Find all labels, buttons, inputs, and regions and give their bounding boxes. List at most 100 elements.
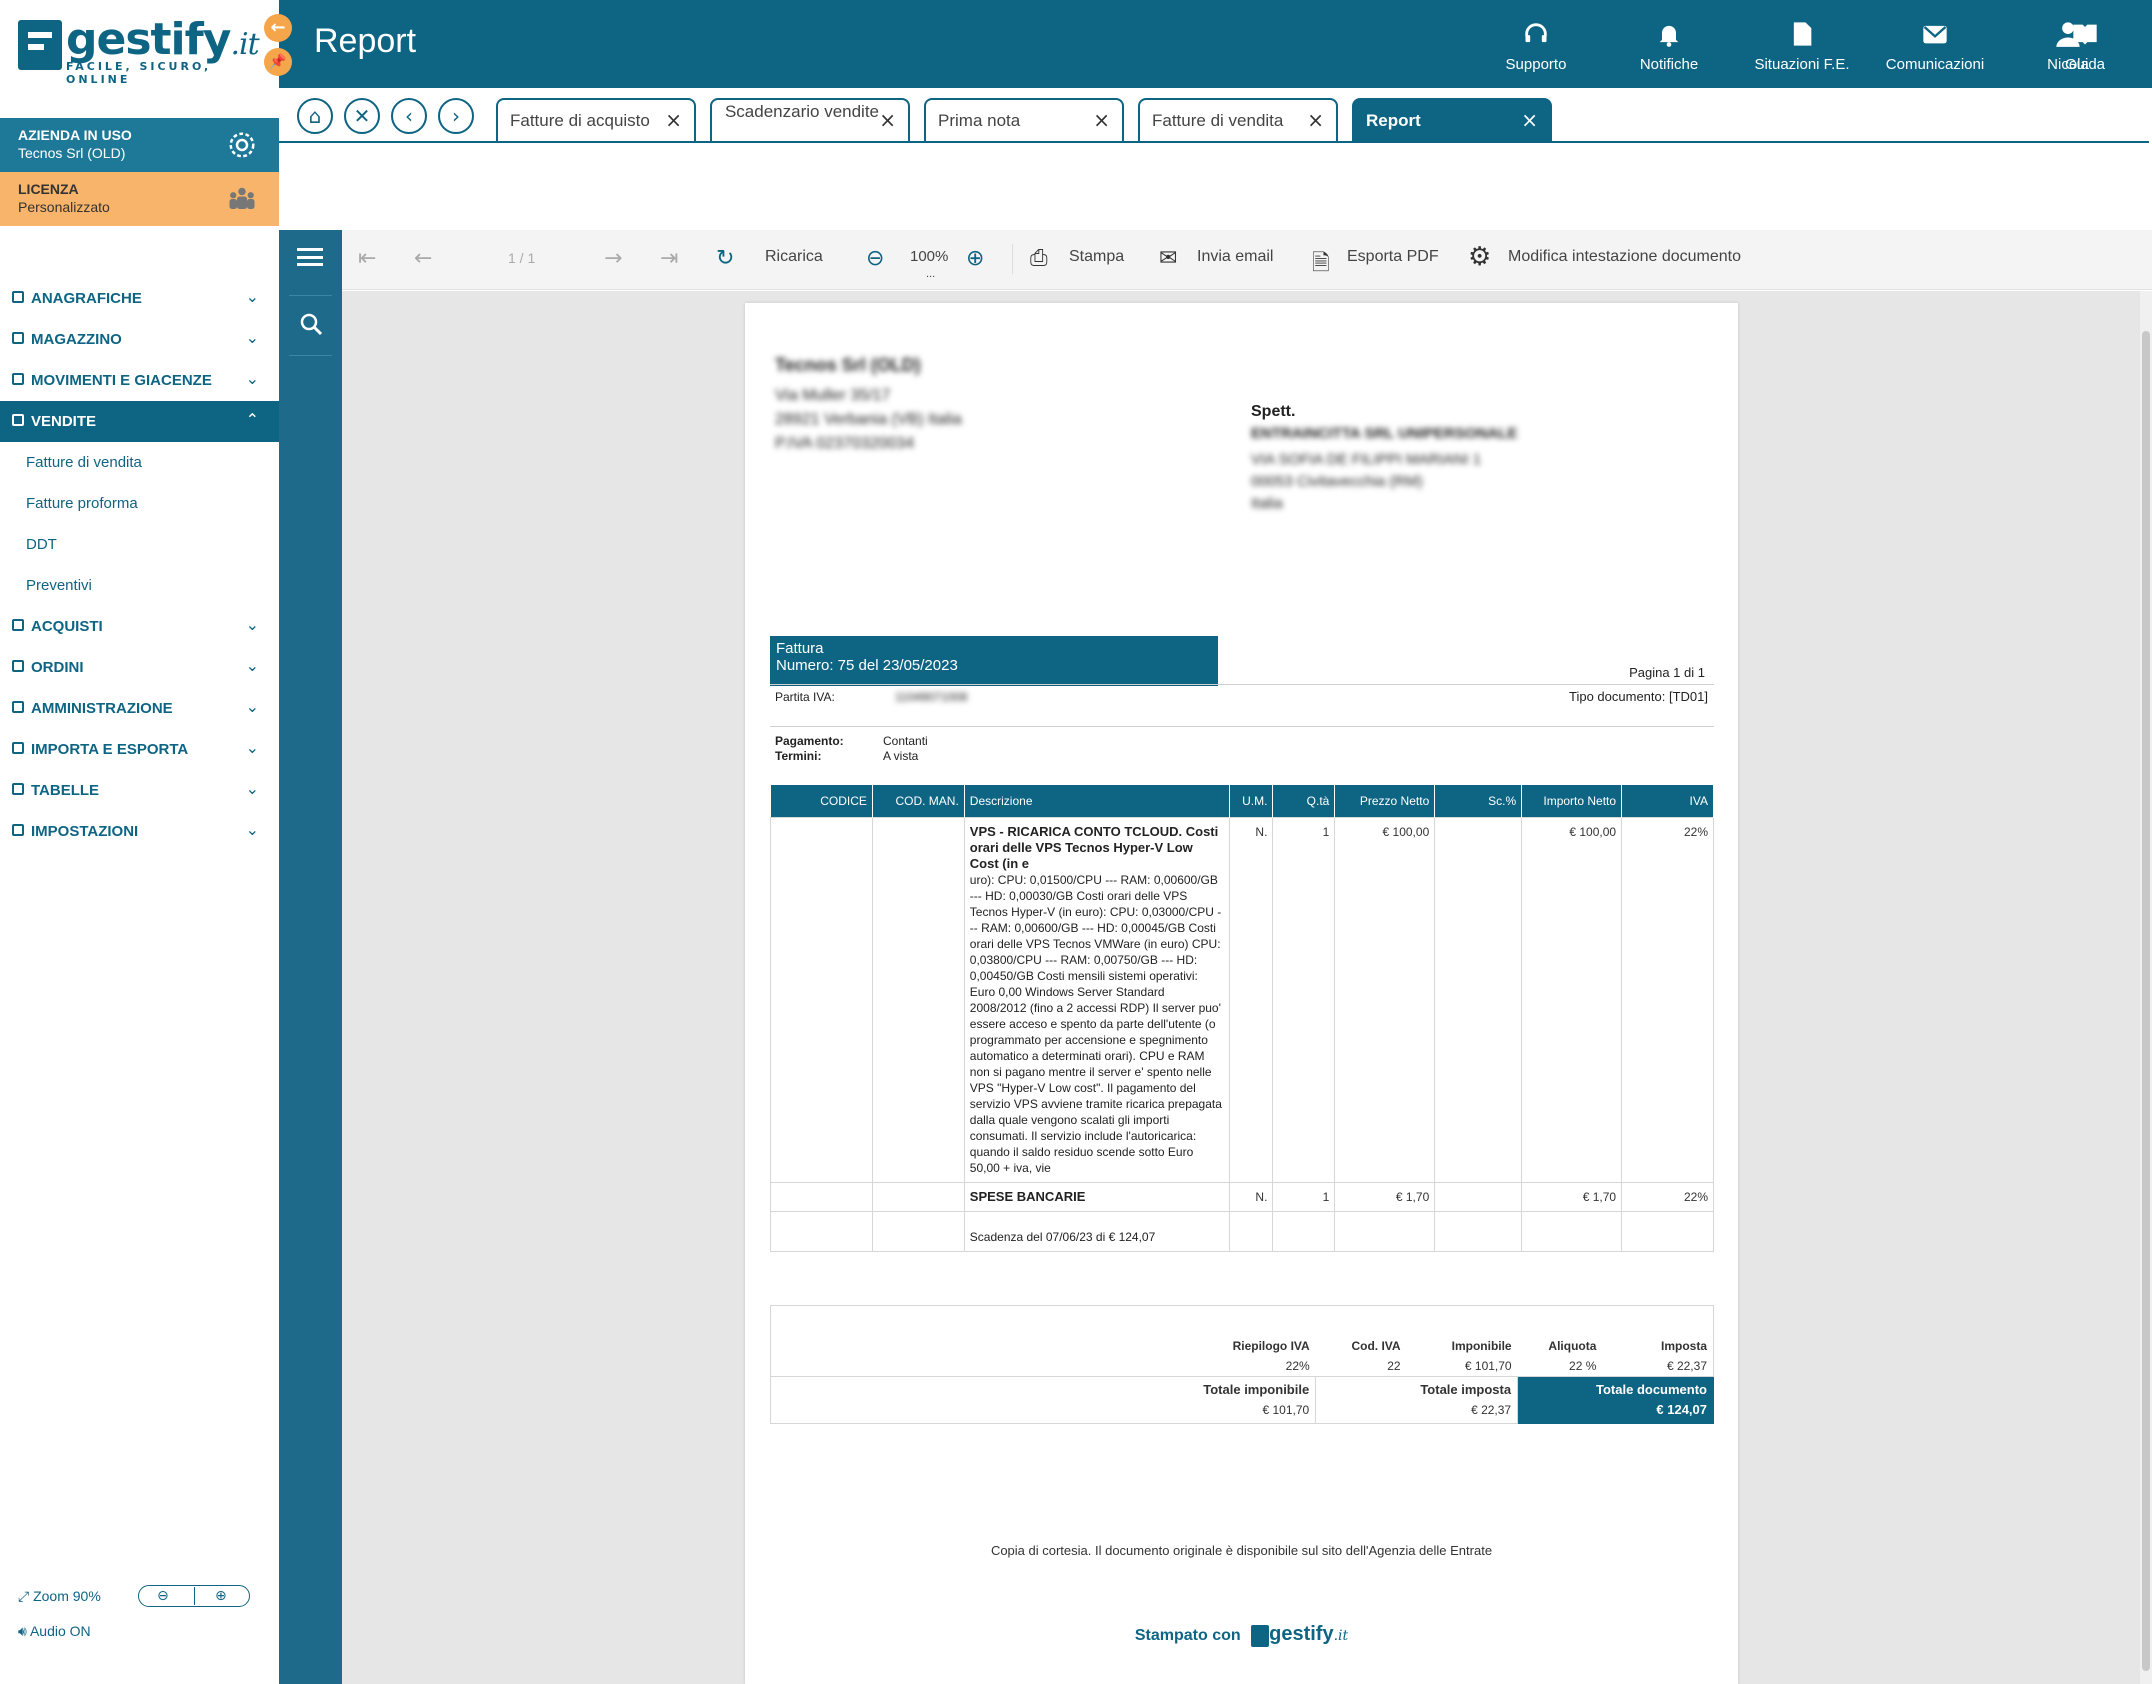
pdf-export-icon[interactable]: 🗎 [1312, 246, 1330, 284]
tab-fatture-vendita[interactable]: Fatture di vendita × [1138, 98, 1338, 142]
zoom-level[interactable]: 100% [910, 248, 948, 265]
menu-importa-esporta[interactable]: IMPORTA E ESPORTA ⌄ [0, 729, 279, 770]
box-icon [12, 332, 24, 344]
close-tab-icon[interactable]: × [1521, 108, 1538, 132]
hamburger-icon[interactable] [297, 248, 323, 266]
sales-icon [12, 414, 24, 426]
zoom-dropdown[interactable]: ... [926, 268, 935, 280]
vat-label: Partita IVA: [775, 690, 835, 704]
close-tab-icon[interactable]: × [879, 108, 896, 132]
close-tab-icon[interactable]: × [1307, 108, 1324, 132]
collapse-sidebar-button[interactable]: ← [264, 14, 292, 42]
zoom-out-icon[interactable]: ⊖ [866, 246, 884, 271]
search-icon[interactable] [299, 312, 323, 336]
book-icon [2073, 24, 2097, 45]
gear-icon[interactable]: ⚙ [1468, 242, 1491, 272]
tab-scadenzario-vendite[interactable]: Scadenzario vendite × [710, 98, 910, 142]
vertical-scrollbar[interactable] [2140, 291, 2152, 1684]
orders-icon [12, 660, 24, 672]
company-box[interactable]: AZIENDA IN USO Tecnos Srl (OLD) [0, 118, 279, 172]
close-tab-icon[interactable]: × [1093, 108, 1110, 132]
chevron-down-icon: ⌄ [245, 287, 259, 306]
reload-button[interactable]: Ricarica [765, 248, 823, 266]
tab-prima-nota[interactable]: Prima nota × [924, 98, 1124, 142]
menu-amministrazione[interactable]: AMMINISTRAZIONE ⌄ [0, 688, 279, 729]
audio-label: Audio ON [29, 1623, 91, 1639]
submenu-fatture-proforma[interactable]: Fatture proforma [0, 483, 279, 524]
next-tab-button[interactable]: › [438, 98, 474, 134]
zoom-out-icon[interactable]: ⊖ [157, 1586, 169, 1606]
item-text: uro): CPU: 0,01500/CPU --- RAM: 0,00600/… [969, 872, 1222, 1175]
menu-acquisti[interactable]: ACQUISTI ⌄ [0, 606, 279, 647]
prev-tab-button[interactable]: ‹ [391, 98, 427, 134]
riepilogo-header: Riepilogo IVA [1232, 1338, 1310, 1353]
gear-icon[interactable] [227, 130, 257, 160]
cell-sconto [1434, 816, 1523, 1183]
cell-prezzo: € 100,00 [1334, 816, 1436, 1183]
logo-suffix: .it [230, 27, 259, 62]
logo[interactable]: gestify.it FACILE, SICURO, ONLINE [0, 0, 279, 88]
first-page-icon[interactable]: ⇤ [358, 246, 376, 271]
submenu-label: Fatture di vendita [26, 454, 142, 471]
cell-um: N. [1229, 1181, 1274, 1212]
payment-value: Contanti [883, 734, 928, 748]
nav-situazioni-fe[interactable]: Situazioni F.E. [1735, 0, 1869, 88]
cell-qta: 1 [1272, 1181, 1336, 1212]
nav-guida-label: Guida [2064, 56, 2106, 73]
email-doc-icon[interactable]: ✉ [1159, 246, 1177, 271]
submenu-fatture-vendita[interactable]: Fatture di vendita [0, 442, 279, 483]
edit-header-button[interactable]: Modifica intestazione documento [1508, 248, 1741, 266]
menu-ordini[interactable]: ORDINI ⌄ [0, 647, 279, 688]
tab-label: Report [1366, 111, 1421, 130]
nav-comunicazioni[interactable]: Comunicazioni [1868, 0, 2002, 88]
aliquota-header: Aliquota [1548, 1338, 1597, 1353]
zoom-in-icon[interactable]: ⊕ [966, 246, 984, 271]
prev-page-icon[interactable]: ← [414, 246, 432, 271]
document-kind: Tipo documento: [TD01] [1569, 689, 1708, 704]
close-tab-icon[interactable]: × [665, 108, 682, 132]
zoom-control: ⊖ ⊕ [138, 1585, 250, 1607]
close-all-button[interactable]: ✕ [344, 98, 380, 134]
tab-report[interactable]: Report × [1352, 98, 1552, 142]
nav-notifiche[interactable]: Notifiche [1602, 0, 1736, 88]
report-toolbar: ⇤ ← 1 / 1 → ⇥ ↻ Ricarica ⊖ 100% ... ⊕ ⎙ … [342, 230, 2152, 290]
menu-tabelle[interactable]: TABELLE ⌄ [0, 770, 279, 811]
home-button[interactable]: ⌂ [297, 98, 333, 134]
recipient-city: 00053 Civitavecchia (RM) [1251, 473, 1423, 490]
menu-magazzino[interactable]: MAGAZZINO ⌄ [0, 319, 279, 360]
divider [1012, 244, 1013, 274]
table-row: Scadenza del 07/06/23 di € 124,07 [770, 1210, 1714, 1252]
license-box[interactable]: LICENZA Personalizzato [0, 172, 279, 226]
total-taxable-value: € 101,70 [1262, 1402, 1310, 1417]
menu-label: TABELLE [31, 782, 100, 799]
tab-fatture-acquisto[interactable]: Fatture di acquisto × [496, 98, 696, 142]
menu-anagrafiche[interactable]: ANAGRAFICHE ⌄ [0, 278, 279, 319]
print-button[interactable]: Stampa [1069, 248, 1124, 266]
export-pdf-button[interactable]: Esporta PDF [1347, 248, 1439, 266]
total-document-cell: Totale documento € 124,07 [1517, 1375, 1714, 1424]
menu-impostazioni[interactable]: IMPOSTAZIONI ⌄ [0, 811, 279, 852]
menu-label: MAGAZZINO [31, 331, 122, 348]
page-indicator: 1 / 1 [508, 250, 536, 266]
zoom-in-icon[interactable]: ⊕ [215, 1586, 227, 1606]
pin-button[interactable]: 📌 [264, 48, 292, 76]
menu-label: AMMINISTRAZIONE [31, 700, 173, 717]
nav-supporto[interactable]: Supporto [1469, 0, 1603, 88]
next-page-icon[interactable]: → [604, 246, 622, 271]
print-icon[interactable]: ⎙ [1030, 246, 1048, 271]
menu-movimenti[interactable]: MOVIMENTI E GIACENZE ⌄ [0, 360, 279, 401]
submenu-preventivi[interactable]: Preventivi [0, 565, 279, 606]
menu-vendite[interactable]: VENDITE ⌃ [0, 401, 279, 442]
submenu-ddt[interactable]: DDT [0, 524, 279, 565]
send-email-button[interactable]: Invia email [1197, 248, 1273, 266]
imponibile-value: € 101,70 [1406, 1355, 1518, 1377]
chevron-down-icon: ⌄ [245, 820, 259, 839]
admin-icon [12, 701, 24, 713]
reload-icon[interactable]: ↻ [716, 246, 734, 271]
nav-guida[interactable]: Guida [2018, 0, 2152, 88]
menu-label: MOVIMENTI E GIACENZE [31, 372, 212, 389]
last-page-icon[interactable]: ⇥ [660, 246, 678, 271]
printed-with: Stampato con gestify.it [745, 1623, 1738, 1647]
scroll-thumb[interactable] [2142, 331, 2150, 1671]
audio-toggle[interactable]: 🔊︎ Audio ON [18, 1623, 91, 1640]
